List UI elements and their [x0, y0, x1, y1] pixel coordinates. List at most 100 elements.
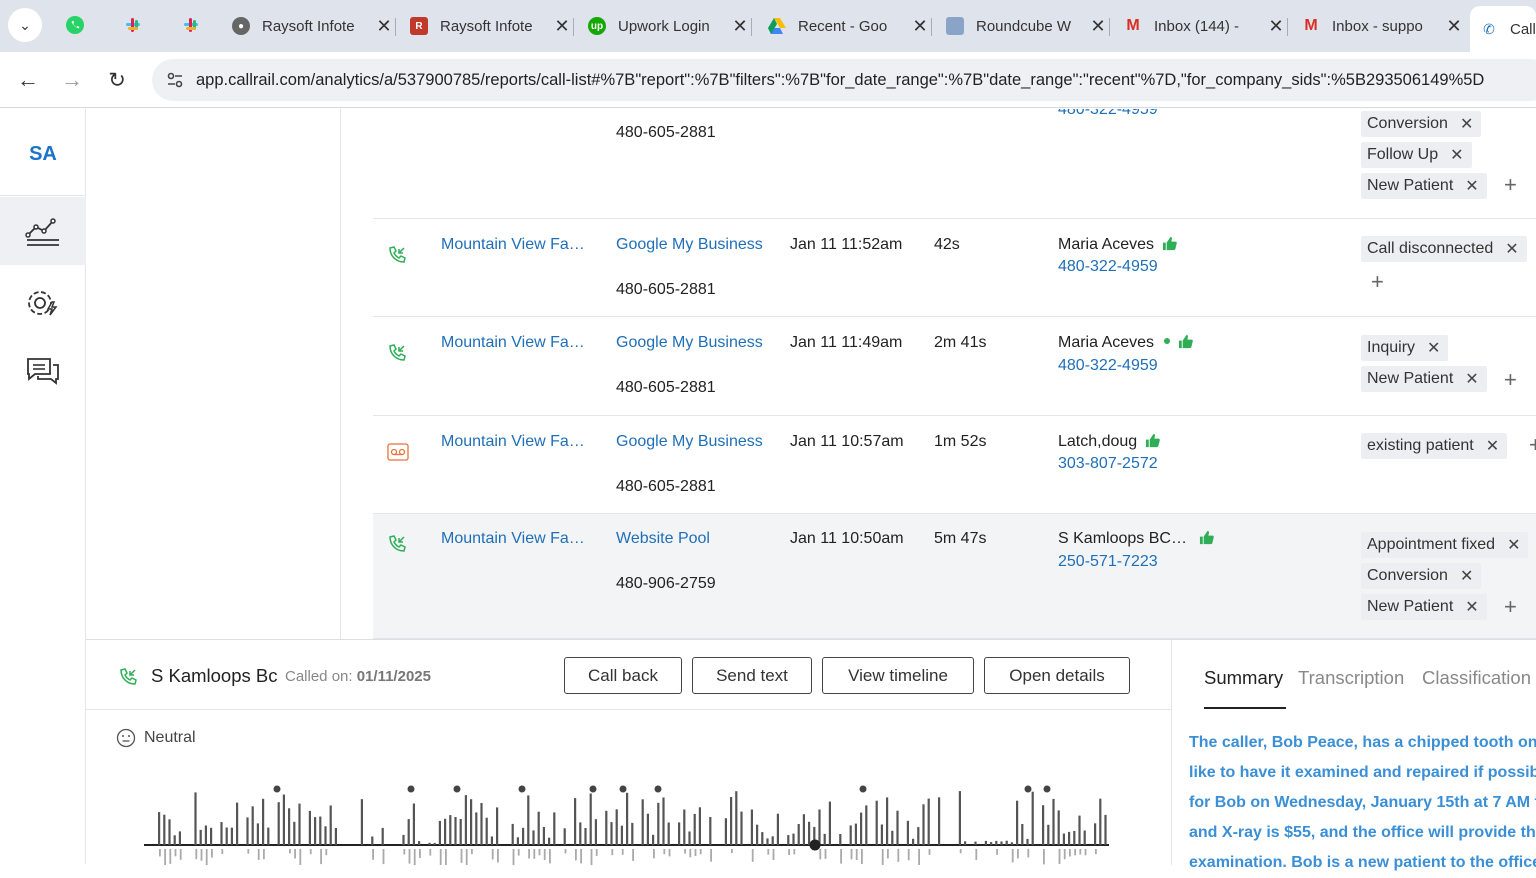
audio-waveform[interactable] — [144, 775, 1114, 865]
settings-nav-item[interactable] — [0, 270, 86, 338]
browser-tab[interactable]: ● Raysoft Infote ✕ — [222, 6, 396, 46]
table-row[interactable]: Mountain View Fa… Google My Business 480… — [373, 317, 1536, 416]
customer-phone-link[interactable]: 303-807-2572 — [1058, 455, 1158, 473]
waveform-bar-agent — [246, 817, 249, 845]
table-row-selected[interactable]: Mountain View Fa… Website Pool 480-906-2… — [373, 514, 1536, 639]
reload-icon[interactable]: ↻ — [101, 64, 133, 96]
view-timeline-button[interactable]: View timeline — [822, 657, 974, 694]
site-info-icon[interactable] — [166, 71, 184, 89]
source-link[interactable]: Google My Business — [616, 236, 763, 254]
waveform-bar-agent — [1094, 823, 1097, 845]
waveform-marker — [619, 785, 627, 793]
account-logo[interactable]: SA — [0, 143, 86, 166]
waveform-bar-agent — [922, 804, 925, 845]
table-row[interactable]: Mountain View Fa… Google My Business 480… — [373, 416, 1536, 514]
company-link[interactable]: Mountain View Fa… — [441, 530, 585, 548]
tag-label: New Patient — [1367, 177, 1454, 194]
tab-transcription[interactable]: Transcription — [1298, 667, 1404, 689]
waveform-bar-agent — [766, 838, 769, 845]
waveform-bar-caller — [1027, 849, 1030, 858]
close-tab-icon[interactable]: ✕ — [1444, 16, 1464, 37]
waveform-bar-agent — [1026, 838, 1029, 845]
browser-tab[interactable]: M Inbox (144) - ✕ — [1114, 6, 1288, 46]
waveform-bar-caller — [512, 849, 515, 865]
browser-tab-active[interactable]: ✆ Call — [1470, 6, 1536, 52]
waveform-bar-caller — [564, 849, 567, 854]
app-left-rail: SA — [0, 109, 86, 864]
add-tag-icon[interactable]: + — [1529, 432, 1536, 458]
table-row[interactable]: 480-605-2881 480-322-4959 Conversion ✕ Fo… — [373, 109, 1536, 219]
waveform-bar-agent — [1099, 798, 1102, 845]
source-link[interactable]: Google My Business — [616, 433, 763, 451]
remove-tag-icon[interactable]: ✕ — [1505, 239, 1518, 259]
tab-title: Inbox - suppo — [1332, 17, 1423, 35]
remove-tag-icon[interactable]: ✕ — [1486, 436, 1499, 456]
close-tab-icon[interactable]: ✕ — [374, 16, 394, 37]
remove-tag-icon[interactable]: ✕ — [1507, 535, 1520, 555]
remove-tag-icon[interactable]: ✕ — [1465, 597, 1478, 617]
customer-phone-link[interactable]: 480-322-4959 — [1058, 258, 1158, 276]
analytics-nav-item[interactable] — [0, 197, 86, 265]
thumbs-up-icon[interactable] — [1199, 530, 1214, 545]
close-tab-icon[interactable]: ✕ — [552, 16, 572, 37]
remove-tag-icon[interactable]: ✕ — [1460, 114, 1473, 134]
company-link[interactable]: Mountain View Fa… — [441, 334, 585, 352]
conversations-nav-item[interactable] — [0, 338, 86, 406]
forward-arrow-icon[interactable]: → — [56, 64, 88, 96]
add-tag-icon[interactable]: + — [1504, 367, 1517, 393]
waveform-bar-caller — [211, 849, 213, 858]
browser-tab[interactable]: Roundcube W ✕ — [936, 6, 1110, 46]
close-tab-icon[interactable]: ✕ — [910, 16, 930, 37]
customer-phone-link[interactable]: 480-322-4959 — [1058, 357, 1158, 375]
thumbs-up-icon[interactable] — [1162, 236, 1177, 251]
add-tag-icon[interactable]: + — [1504, 594, 1517, 620]
close-tab-icon[interactable]: ✕ — [1266, 16, 1286, 37]
remove-tag-icon[interactable]: ✕ — [1460, 566, 1473, 586]
remove-tag-icon[interactable]: ✕ — [1465, 176, 1478, 196]
browser-tab[interactable]: up Upwork Login ✕ — [578, 6, 752, 46]
company-link[interactable]: Mountain View Fa… — [441, 236, 585, 254]
caller-name: S Kamloops Bc — [151, 665, 278, 686]
add-tag-icon[interactable]: + — [1371, 269, 1384, 295]
thumbs-up-icon[interactable] — [1178, 334, 1193, 349]
waveform-bar-agent — [761, 832, 764, 845]
tab-classification[interactable]: Classification — [1422, 667, 1531, 689]
browser-tab[interactable]: Recent - Goo ✕ — [758, 6, 932, 46]
send-text-button[interactable]: Send text — [692, 657, 812, 694]
tag-label: Appointment fixed — [1367, 536, 1496, 553]
remove-tag-icon[interactable]: ✕ — [1465, 369, 1478, 389]
waveform-bar-agent — [163, 814, 166, 845]
browser-tab[interactable]: M Inbox - suppo ✕ — [1292, 6, 1464, 46]
browser-tab[interactable]: R Raysoft Infote ✕ — [400, 6, 574, 46]
back-arrow-icon[interactable]: ← — [12, 64, 44, 96]
add-tag-icon[interactable]: + — [1504, 172, 1517, 198]
source-link[interactable]: Google My Business — [616, 334, 763, 352]
waveform-bar-agent — [1031, 791, 1034, 845]
close-tab-icon[interactable]: ✕ — [1088, 16, 1108, 37]
close-tab-icon[interactable]: ✕ — [730, 16, 750, 37]
whatsapp-pinned-tab[interactable] — [58, 10, 92, 40]
slack-pinned-tab[interactable] — [116, 10, 150, 40]
thumbs-up-icon[interactable] — [1145, 433, 1160, 448]
url-field[interactable]: app.callrail.com/analytics/a/537900785/r… — [152, 59, 1536, 101]
remove-tag-icon[interactable]: ✕ — [1427, 338, 1440, 358]
waveform-bar-agent — [548, 837, 551, 845]
customer-phone-link[interactable]: 480-322-4959 — [1058, 109, 1158, 119]
slack-pinned-tab[interactable] — [174, 10, 208, 40]
call-back-button[interactable]: Call back — [564, 657, 682, 694]
tab-search-chevron-icon[interactable]: ⌄ — [8, 8, 42, 42]
open-details-button[interactable]: Open details — [984, 657, 1130, 694]
table-row[interactable]: Mountain View Fa… Google My Business 480… — [373, 219, 1536, 317]
tab-summary[interactable]: Summary — [1204, 667, 1283, 689]
source-link[interactable]: Website Pool — [616, 530, 710, 548]
waveform-bar-agent — [314, 817, 317, 845]
waveform-bar-caller — [1095, 849, 1097, 855]
remove-tag-icon[interactable]: ✕ — [1450, 145, 1463, 165]
waveform-bar-agent — [475, 812, 478, 845]
customer-phone-link[interactable]: 250-571-7223 — [1058, 553, 1158, 571]
waveform-bar-caller — [1084, 849, 1087, 856]
waveform-bar-caller — [294, 849, 296, 859]
waveform-bar-agent — [995, 840, 998, 845]
company-link[interactable]: Mountain View Fa… — [441, 433, 585, 451]
url-text: app.callrail.com/analytics/a/537900785/r… — [196, 70, 1485, 89]
